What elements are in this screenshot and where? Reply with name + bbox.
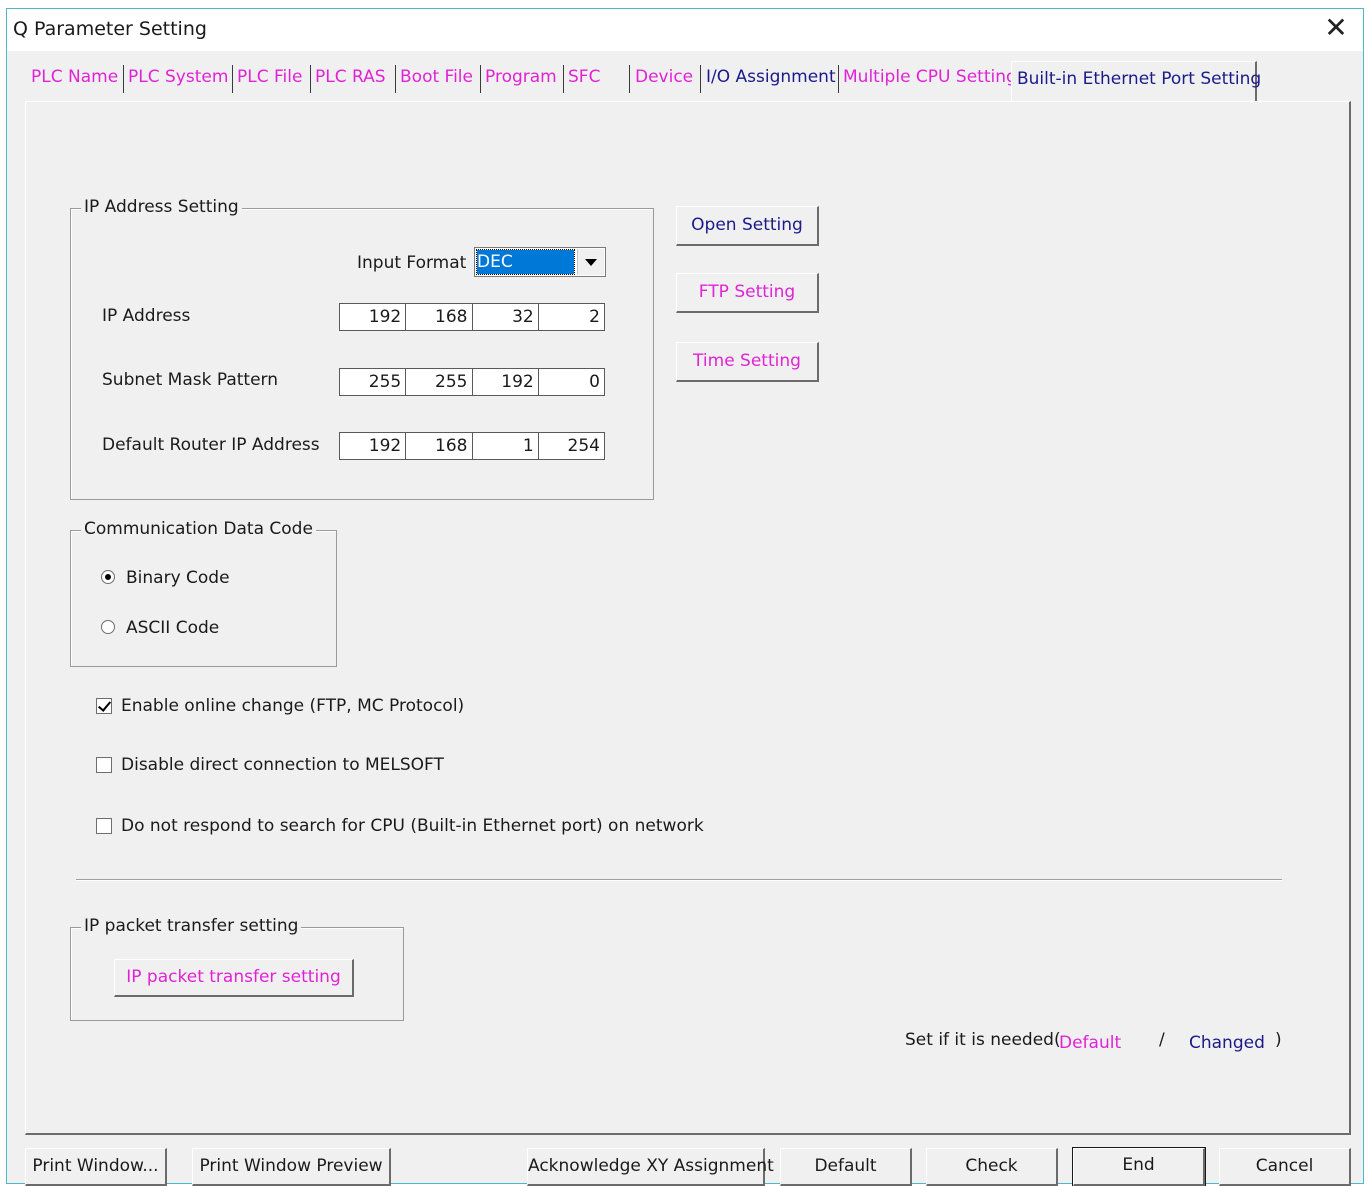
disable-direct-connection-checkbox[interactable] <box>96 757 112 773</box>
enable-online-change-checkbox[interactable] <box>96 698 112 714</box>
default-router-field[interactable]: 192 168 1 254 <box>339 432 605 460</box>
tab-plc-system[interactable]: PLC System <box>128 67 228 87</box>
open-setting-button[interactable]: Open Setting <box>676 206 819 246</box>
tab-built-in-ethernet-port-setting[interactable]: Built-in Ethernet Port Setting <box>1011 61 1261 101</box>
tab-divider <box>700 65 701 93</box>
disable-direct-connection-label: Disable direct connection to MELSOFT <box>121 755 444 775</box>
close-icon[interactable]: ✕ <box>1319 11 1353 45</box>
tab-device[interactable]: Device <box>635 67 693 87</box>
end-button[interactable]: End <box>1072 1147 1206 1186</box>
tab-divider <box>838 65 839 93</box>
print-window-button[interactable]: Print Window... <box>25 1148 167 1186</box>
ascii-code-radio[interactable] <box>101 620 115 634</box>
octet-field[interactable]: 32 <box>473 304 539 330</box>
tab-label: Built-in Ethernet Port Setting <box>1017 69 1262 89</box>
ip-packet-transfer-group: IP packet transfer setting IP packet tra… <box>70 916 404 1021</box>
octet-field[interactable]: 192 <box>473 369 539 395</box>
tab-divider <box>232 65 233 93</box>
binary-code-radio[interactable] <box>101 570 115 584</box>
legend-note-prefix: Set if it is needed( <box>905 1030 1061 1050</box>
tab-boot-file[interactable]: Boot File <box>400 67 473 87</box>
tab-plc-name[interactable]: PLC Name <box>31 67 118 87</box>
tab-divider <box>310 65 311 93</box>
octet-field[interactable]: 255 <box>340 369 407 395</box>
octet-field[interactable]: 168 <box>406 304 473 330</box>
group-legend: Communication Data Code <box>81 519 316 539</box>
group-legend: IP packet transfer setting <box>81 916 302 936</box>
input-format-value: DEC <box>476 249 575 275</box>
no-search-response-checkbox[interactable] <box>96 818 112 834</box>
section-divider <box>76 879 1282 881</box>
octet-field[interactable]: 0 <box>539 369 604 395</box>
default-button[interactable]: Default <box>780 1148 912 1186</box>
tab-strip: PLC Name PLC System PLC File PLC RAS Boo… <box>7 61 1363 101</box>
tab-divider <box>123 65 124 93</box>
octet-field[interactable]: 255 <box>406 369 473 395</box>
legend-default: Default <box>1059 1033 1122 1053</box>
octet-field[interactable]: 1 <box>473 433 539 459</box>
octet-field[interactable]: 254 <box>539 433 604 459</box>
no-search-response-label: Do not respond to search for CPU (Built-… <box>121 816 704 836</box>
enable-online-change-label: Enable online change (FTP, MC Protocol) <box>121 696 465 716</box>
tab-plc-file[interactable]: PLC File <box>237 67 302 87</box>
legend-slash: / <box>1159 1030 1165 1050</box>
input-format-label: Input Format <box>357 253 467 273</box>
tab-divider <box>563 65 564 93</box>
cancel-button[interactable]: Cancel <box>1219 1148 1351 1186</box>
octet-field[interactable]: 192 <box>340 433 407 459</box>
tab-divider <box>629 65 630 93</box>
acknowledge-xy-assignment-button[interactable]: Acknowledge XY Assignment <box>527 1148 774 1186</box>
time-setting-button[interactable]: Time Setting <box>676 342 819 382</box>
tab-divider <box>395 65 396 93</box>
subnet-mask-field[interactable]: 255 255 192 0 <box>339 368 605 396</box>
tab-io-assignment[interactable]: I/O Assignment <box>706 67 836 87</box>
ascii-code-label: ASCII Code <box>126 618 220 638</box>
tab-plc-ras[interactable]: PLC RAS <box>315 67 386 87</box>
ip-address-label: IP Address <box>102 306 191 326</box>
tab-divider <box>480 65 481 93</box>
subnet-mask-label: Subnet Mask Pattern <box>102 370 279 390</box>
input-format-dropdown[interactable]: DEC <box>474 247 606 277</box>
parameter-dialog: Q Parameter Setting ✕ PLC Name PLC Syste… <box>6 8 1364 1186</box>
ftp-setting-button[interactable]: FTP Setting <box>676 273 819 313</box>
binary-code-label: Binary Code <box>126 568 230 588</box>
title-bar: Q Parameter Setting ✕ <box>7 9 1363 51</box>
print-window-preview-button[interactable]: Print Window Preview <box>192 1148 391 1186</box>
ip-address-setting-group: IP Address Setting Input Format DEC IP A… <box>70 197 654 500</box>
communication-data-code-group: Communication Data Code Binary Code ASCI… <box>70 519 337 667</box>
check-button[interactable]: Check <box>926 1148 1058 1186</box>
octet-field[interactable]: 168 <box>406 433 473 459</box>
window-title: Q Parameter Setting <box>13 18 207 40</box>
legend-changed: Changed <box>1189 1033 1265 1053</box>
octet-field[interactable]: 2 <box>539 304 604 330</box>
default-router-label: Default Router IP Address <box>102 435 320 455</box>
ip-packet-transfer-button[interactable]: IP packet transfer setting <box>114 959 354 997</box>
ip-address-field[interactable]: 192 168 32 2 <box>339 303 605 331</box>
tab-panel: IP Address Setting Input Format DEC IP A… <box>25 101 1351 1135</box>
tab-multiple-cpu-setting[interactable]: Multiple CPU Setting <box>843 67 1017 87</box>
tab-program[interactable]: Program <box>485 67 557 87</box>
legend-note-suffix: ) <box>1275 1030 1282 1050</box>
tab-sfc[interactable]: SFC <box>568 67 600 87</box>
octet-field[interactable]: 192 <box>340 304 407 330</box>
group-legend: IP Address Setting <box>81 197 242 217</box>
chevron-down-icon[interactable] <box>577 249 604 275</box>
